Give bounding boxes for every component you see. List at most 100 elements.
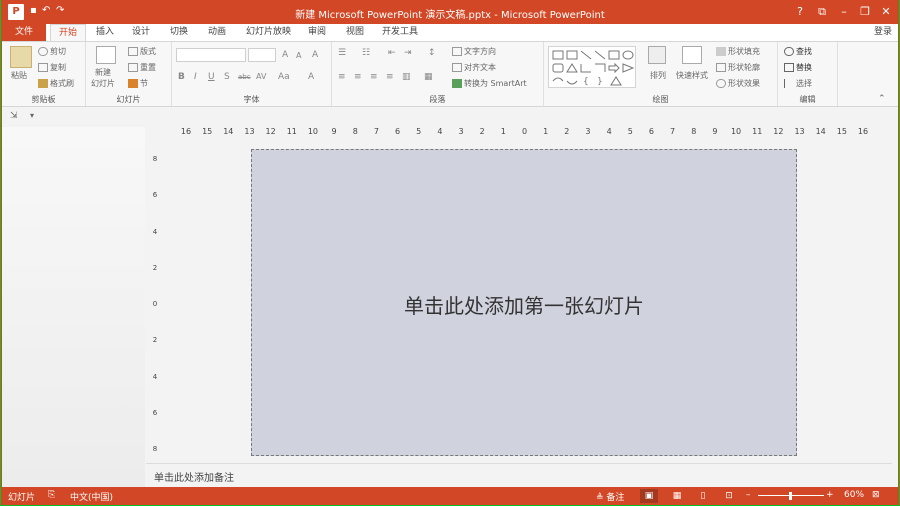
tab-developer[interactable]: 开发工具 — [374, 24, 426, 41]
scissors-icon — [38, 47, 48, 56]
shrink-font-button[interactable]: A — [296, 51, 301, 60]
tab-review[interactable]: 审阅 — [300, 24, 334, 41]
restore-button[interactable]: ❐ — [855, 4, 875, 20]
spellcheck-icon[interactable]: ⎘ — [48, 490, 55, 500]
columns-icon[interactable]: ▦ — [424, 72, 433, 82]
char-spacing-button[interactable]: AV — [256, 72, 266, 81]
shape-outline-button[interactable]: 形状轮廓 — [716, 62, 760, 73]
clear-format-button[interactable]: A — [312, 50, 318, 60]
slide-sorter-view-icon[interactable]: ▦ — [668, 489, 686, 503]
arrange-button[interactable]: 排列 — [650, 70, 666, 81]
find-button[interactable]: 查找 — [784, 46, 812, 57]
underline-button[interactable]: U — [208, 72, 215, 82]
tab-view[interactable]: 视图 — [338, 24, 372, 41]
ruler-tick: 13 — [794, 127, 805, 136]
zoom-slider-thumb[interactable] — [789, 492, 792, 500]
shape-fill-button[interactable]: 形状填充 — [716, 46, 760, 57]
align-center-icon[interactable]: ≡ — [354, 72, 362, 82]
ruler-tick: 6 — [152, 191, 158, 200]
format-painter-button[interactable]: 格式刷 — [38, 78, 74, 89]
line-spacing-icon[interactable]: ↕ — [428, 48, 436, 58]
customize-qat-icon[interactable]: ▾ — [30, 111, 34, 120]
tab-home[interactable]: 开始 — [50, 24, 87, 41]
decrease-indent-icon[interactable]: ⇤ — [388, 48, 396, 58]
touch-mode-icon[interactable]: ⇲ — [10, 111, 18, 121]
layout-button[interactable]: 版式 — [128, 46, 156, 57]
tab-animations[interactable]: 动画 — [200, 24, 234, 41]
ruler-tick: 0 — [521, 127, 528, 136]
group-clipboard: 粘贴 剪切 复制 格式刷 剪贴板 — [2, 42, 86, 106]
select-button[interactable]: 选择 — [784, 78, 812, 89]
increase-indent-icon[interactable]: ⇥ — [404, 48, 412, 58]
collapse-ribbon-icon[interactable]: ⌃ — [878, 94, 886, 104]
language-indicator[interactable]: 中文(中国) — [70, 490, 113, 503]
svg-text:}: } — [597, 77, 603, 87]
effects-icon — [716, 79, 726, 88]
new-slide-line1[interactable]: 新建 — [95, 67, 111, 78]
shapes-gallery-icons: { } — [552, 50, 635, 87]
add-first-slide-placeholder[interactable]: 单击此处添加第一张幻灯片 — [252, 290, 796, 319]
align-left-icon[interactable]: ≡ — [338, 72, 346, 82]
replace-button[interactable]: 替换 — [784, 62, 812, 73]
shapes-gallery[interactable]: { } — [548, 46, 636, 88]
new-slide-icon[interactable] — [96, 46, 116, 64]
tab-design[interactable]: 设计 — [124, 24, 158, 41]
slide-canvas[interactable]: 单击此处添加第一张幻灯片 — [251, 149, 797, 456]
ribbon-tabs: 文件 开始 插入 设计 切换 动画 幻灯片放映 审阅 视图 开发工具 登录 — [2, 24, 898, 41]
font-name-dropdown[interactable] — [176, 48, 246, 62]
font-size-dropdown[interactable] — [248, 48, 276, 62]
distributed-icon[interactable]: ▥ — [402, 72, 411, 82]
quick-styles-icon[interactable] — [682, 46, 702, 64]
fit-to-window-icon[interactable]: ⊠ — [872, 490, 880, 500]
new-slide-line2[interactable]: 幻灯片 — [91, 78, 115, 89]
text-shadow-button[interactable]: S — [224, 72, 230, 82]
ruler-tick: 12 — [265, 127, 276, 136]
tab-file[interactable]: 文件 — [2, 24, 46, 41]
cursor-icon — [784, 79, 794, 88]
ruler-tick: 14 — [815, 127, 826, 136]
slideshow-view-icon[interactable]: ⊡ — [720, 489, 738, 503]
text-direction-button[interactable]: 文字方向 — [452, 46, 496, 57]
slide-thumbnails-pane[interactable] — [2, 127, 145, 487]
bold-button[interactable]: B — [178, 72, 185, 82]
notes-pane[interactable]: 单击此处添加备注 — [146, 463, 892, 487]
ruler-tick: 2 — [152, 336, 158, 345]
ribbon-display-options-button[interactable]: ⧉ — [812, 4, 832, 20]
help-button[interactable]: ? — [790, 4, 810, 20]
tab-slideshow[interactable]: 幻灯片放映 — [238, 24, 299, 41]
zoom-out-button[interactable]: – — [746, 490, 751, 500]
shape-effects-button[interactable]: 形状效果 — [716, 78, 760, 89]
bullets-icon[interactable]: ☰ — [338, 48, 346, 58]
align-text-button[interactable]: 对齐文本 — [452, 62, 496, 73]
notes-toggle-button[interactable]: ≜ 备注 — [596, 490, 624, 503]
font-color-button[interactable]: A — [308, 72, 314, 82]
normal-view-icon[interactable]: ▣ — [640, 489, 658, 503]
minimize-button[interactable]: – — [834, 4, 854, 20]
reading-view-icon[interactable]: ▯ — [694, 489, 712, 503]
copy-button[interactable]: 复制 — [38, 62, 66, 73]
close-button[interactable]: ✕ — [876, 4, 896, 20]
zoom-level[interactable]: 60% — [844, 490, 864, 500]
paste-button[interactable]: 粘贴 — [11, 70, 27, 81]
grow-font-button[interactable]: A — [282, 50, 288, 60]
justify-icon[interactable]: ≡ — [386, 72, 394, 82]
strikethrough-button[interactable]: abc — [238, 73, 251, 81]
italic-button[interactable]: I — [194, 72, 197, 82]
arrange-icon[interactable] — [648, 46, 666, 64]
group-editing: 查找 替换 选择 编辑 — [778, 42, 838, 106]
smartart-button[interactable]: 转换为 SmartArt — [452, 78, 527, 89]
numbering-icon[interactable]: ☷ — [362, 48, 370, 58]
tab-transitions[interactable]: 切换 — [162, 24, 196, 41]
cut-button[interactable]: 剪切 — [38, 46, 66, 57]
tab-insert[interactable]: 插入 — [88, 24, 122, 41]
section-button[interactable]: 节 — [128, 78, 148, 89]
login-link[interactable]: 登录 — [874, 24, 892, 41]
change-case-button[interactable]: Aa — [278, 72, 290, 82]
ruler-tick: 2 — [564, 127, 570, 136]
zoom-in-button[interactable]: + — [826, 490, 834, 500]
align-right-icon[interactable]: ≡ — [370, 72, 378, 82]
reset-button[interactable]: 重置 — [128, 62, 156, 73]
quick-styles-button[interactable]: 快速样式 — [676, 70, 708, 81]
paste-icon[interactable] — [10, 46, 32, 68]
group-font: A A A B I U S abc AV Aa A 字体 — [172, 42, 332, 106]
